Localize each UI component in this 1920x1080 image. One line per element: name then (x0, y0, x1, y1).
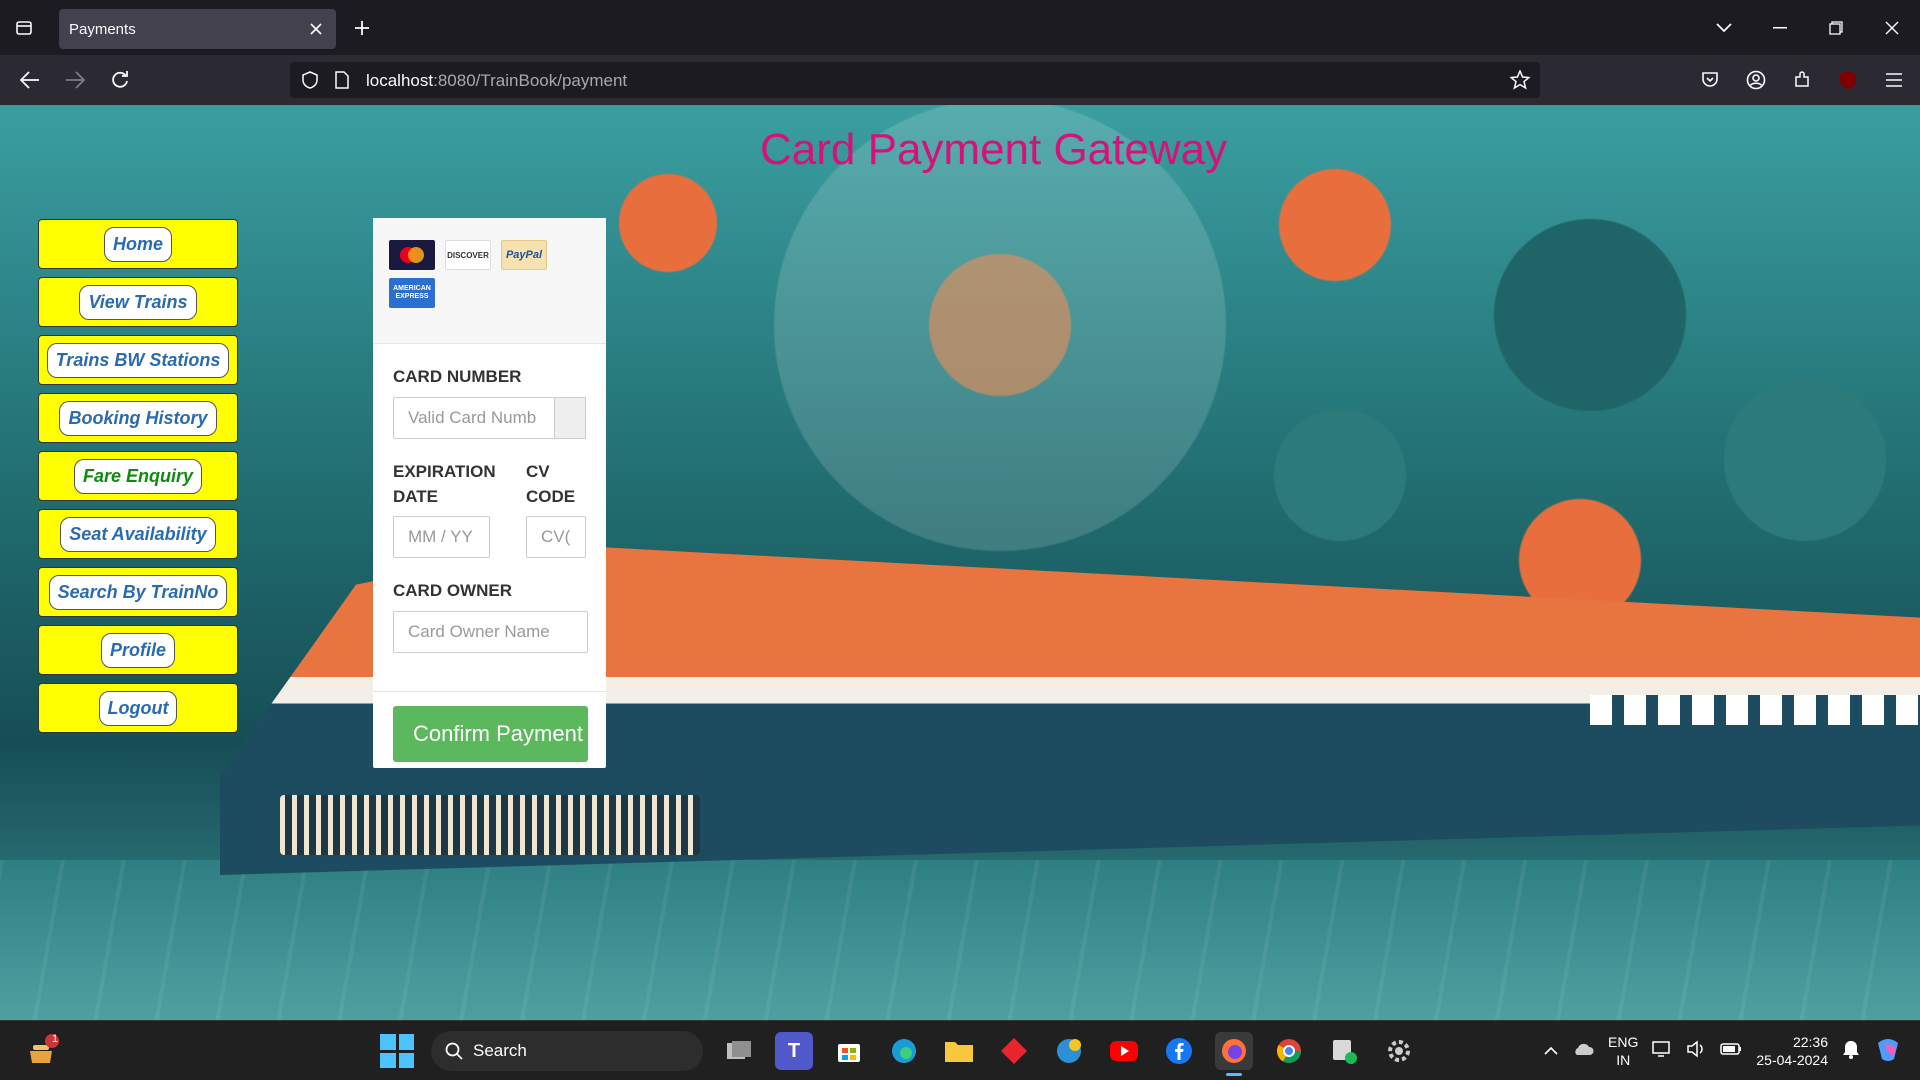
new-tab-plus-icon[interactable] (348, 14, 376, 42)
expiration-date-input[interactable]: MM / YY (393, 516, 490, 558)
clock[interactable]: 22:36 25-04-2024 (1756, 1033, 1828, 1069)
onedrive-icon[interactable] (1572, 1041, 1594, 1062)
confirm-payment-button[interactable]: Confirm Payment (393, 706, 588, 762)
forward-arrow-icon[interactable] (59, 64, 91, 96)
task-view-icon[interactable] (720, 1032, 758, 1070)
url-path: :8080/TrainBook/payment (433, 71, 628, 90)
red-diamond-app-icon[interactable] (995, 1032, 1033, 1070)
menu-item-view-trains[interactable]: View Trains (38, 277, 238, 327)
discover-logo: DISCOVER (445, 240, 491, 270)
pocket-icon[interactable] (1694, 64, 1726, 96)
expiration-label-line2: DATE (393, 487, 439, 506)
media-player-icon[interactable] (1325, 1032, 1363, 1070)
battery-icon[interactable] (1720, 1042, 1742, 1060)
card-number-input[interactable]: Valid Card Numb (393, 397, 555, 439)
menu-link-trains-bw-stations[interactable]: Trains BW Stations (46, 342, 230, 378)
taskbar-search-box[interactable]: Search (431, 1031, 703, 1071)
microsoft-store-icon[interactable] (830, 1032, 868, 1070)
hamburger-menu-icon[interactable] (1878, 64, 1910, 96)
notification-bell-icon[interactable] (1842, 1039, 1860, 1064)
menu-link-home[interactable]: Home (103, 226, 172, 262)
card-number-addon (554, 397, 586, 439)
clock-time: 22:36 (1792, 1034, 1828, 1050)
reload-icon[interactable] (104, 64, 136, 96)
tab-title: Payments (69, 20, 136, 38)
menu-item-profile[interactable]: Profile (38, 625, 238, 675)
network-icon[interactable] (1652, 1040, 1672, 1063)
card-logos-header: DISCOVER PayPal AMERICAN EXPRESS (373, 218, 606, 344)
close-tab-icon[interactable] (306, 19, 326, 39)
extensions-icon[interactable] (1786, 64, 1818, 96)
paypal-logo: PayPal (501, 240, 547, 270)
menu-item-seat-availability[interactable]: Seat Availability (38, 509, 238, 559)
minimize-icon[interactable] (1752, 0, 1808, 55)
url-bar[interactable]: localhost:8080/TrainBook/payment (290, 62, 1540, 98)
menu-item-home[interactable]: Home (38, 219, 238, 269)
weather-widget-icon[interactable]: 1 (24, 1033, 60, 1069)
restore-icon[interactable] (1808, 0, 1864, 55)
rail-tracks-illustration (0, 860, 1920, 1020)
menu-link-seat-availability[interactable]: Seat Availability (60, 516, 216, 552)
url-text[interactable]: localhost:8080/TrainBook/payment (366, 71, 627, 91)
chevron-up-icon[interactable] (1544, 1042, 1558, 1060)
side-menu: Home View Trains Trains BW Stations Book… (38, 219, 238, 741)
menu-item-logout[interactable]: Logout (38, 683, 238, 733)
settings-gear-icon[interactable] (1380, 1032, 1418, 1070)
search-label: Search (473, 1041, 527, 1060)
menu-item-search-by-trainno[interactable]: Search By TrainNo (38, 567, 238, 617)
notification-badge: 1 (51, 1033, 59, 1045)
browser-nav-bar: localhost:8080/TrainBook/payment (0, 55, 1920, 105)
chevron-down-icon[interactable] (1696, 0, 1752, 55)
edge-icon[interactable] (885, 1032, 923, 1070)
ublock-origin-icon[interactable] (1832, 64, 1864, 96)
clock-date: 25-04-2024 (1756, 1052, 1828, 1068)
mastercard-logo (389, 240, 435, 270)
menu-item-trains-bw-stations[interactable]: Trains BW Stations (38, 335, 238, 385)
search-icon (445, 1042, 463, 1060)
cv-code-input[interactable]: CV( (526, 516, 586, 558)
menu-link-logout[interactable]: Logout (98, 690, 178, 726)
teams-icon[interactable]: T (775, 1032, 813, 1070)
card-owner-input[interactable]: Card Owner Name (393, 611, 588, 653)
expiration-label-line1: EXPIRATION (393, 462, 496, 481)
windows-start-icon[interactable] (380, 1034, 414, 1068)
card-number-label: CARD NUMBER (393, 367, 522, 386)
facebook-icon[interactable] (1160, 1032, 1198, 1070)
language-indicator[interactable]: ENG IN (1608, 1033, 1638, 1069)
copilot-icon[interactable] (1874, 1035, 1902, 1068)
menu-item-booking-history[interactable]: Booking History (38, 393, 238, 443)
chrome-icon[interactable] (1270, 1032, 1308, 1070)
browser-tab-bar: Payments (0, 0, 1920, 55)
page-title: Card Payment Gateway (760, 125, 1228, 174)
shield-icon[interactable] (298, 68, 322, 92)
menu-item-fare-enquiry[interactable]: Fare Enquiry (38, 451, 238, 501)
tab-list-icon[interactable] (10, 14, 38, 42)
youtube-icon[interactable] (1105, 1032, 1143, 1070)
menu-link-view-trains[interactable]: View Trains (79, 284, 197, 320)
windows-taskbar: 1 Search T ENG IN 22:36 25-04-2024 (0, 1020, 1920, 1080)
volume-icon[interactable] (1686, 1039, 1706, 1063)
url-host: localhost (366, 71, 434, 90)
browser-tab[interactable]: Payments (59, 9, 336, 49)
page-icon[interactable] (330, 68, 354, 92)
menu-link-fare-enquiry[interactable]: Fare Enquiry (73, 458, 203, 494)
menu-link-profile[interactable]: Profile (100, 632, 175, 668)
menu-link-booking-history[interactable]: Booking History (59, 400, 217, 436)
file-explorer-icon[interactable] (940, 1032, 978, 1070)
close-window-icon[interactable] (1864, 0, 1920, 55)
cv-label-line1: CV (526, 462, 550, 481)
back-arrow-icon[interactable] (14, 64, 46, 96)
language-code: ENG (1608, 1034, 1639, 1050)
cv-label-line2: CODE (526, 487, 576, 506)
bookmark-star-icon[interactable] (1508, 68, 1532, 92)
american-express-logo: AMERICAN EXPRESS (389, 278, 435, 308)
page-background: Card Payment Gateway Home View Trains Tr… (0, 105, 1920, 1020)
account-icon[interactable] (1740, 64, 1772, 96)
python-icon[interactable] (1050, 1032, 1088, 1070)
payment-card-panel: DISCOVER PayPal AMERICAN EXPRESS CARD NU… (373, 218, 606, 768)
menu-link-search-by-trainno[interactable]: Search By TrainNo (48, 574, 228, 610)
card-owner-label: CARD OWNER (393, 581, 512, 600)
firefox-icon[interactable] (1215, 1032, 1253, 1076)
region-code: IN (1616, 1052, 1631, 1068)
